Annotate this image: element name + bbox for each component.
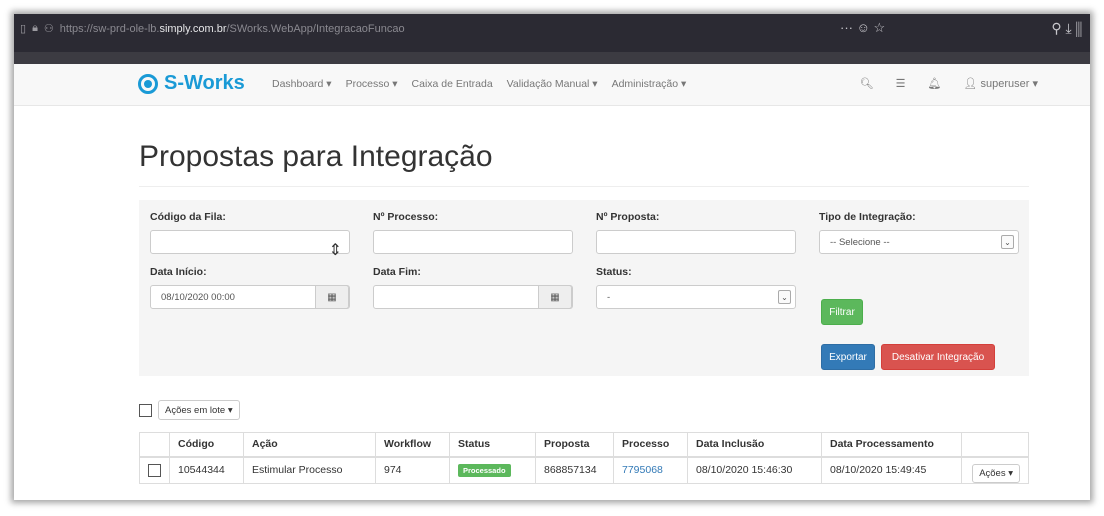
- sworks-logo-icon: [138, 73, 158, 94]
- brand-name: S-Works: [164, 72, 245, 94]
- title-divider: [139, 186, 1029, 187]
- nav-right: 🔍︎ ☰ 🔔︎ 👤︎ superuser ▾: [860, 77, 1038, 90]
- codigo-fila-input[interactable]: [150, 230, 350, 254]
- cell-data-processamento: 08/10/2020 15:49:45: [821, 456, 962, 484]
- cell-processo: 7795068: [613, 456, 688, 484]
- status-badge: Processado: [458, 463, 511, 477]
- table-row: 10544344 Estimular Processo 974 Processa…: [139, 456, 1029, 484]
- url-area[interactable]: ▯ 🔒︎ ⚇ https://sw-prd-ole-lb.simply.com.…: [20, 22, 405, 35]
- col-data-processamento[interactable]: Data Processamento: [821, 432, 962, 458]
- data-inicio-value: 08/10/2020 00:00: [161, 292, 235, 303]
- data-fim-label: Data Fim:: [373, 266, 421, 278]
- bell-icon[interactable]: 🔔︎: [928, 77, 942, 90]
- page-title: Propostas para Integração: [139, 140, 493, 173]
- url-host: simply.com.br: [159, 22, 227, 35]
- col-acoes: [961, 432, 1029, 458]
- row-select-cell: [139, 456, 170, 484]
- status-label: Status:: [596, 266, 632, 278]
- data-inicio-input[interactable]: 08/10/2020 00:00 ▦: [150, 285, 350, 309]
- chevron-down-icon: ⌄: [1001, 235, 1014, 249]
- tipo-integracao-value: -- Selecione --: [830, 237, 890, 248]
- exportar-button[interactable]: Exportar: [821, 344, 875, 370]
- list-icon[interactable]: ☰: [896, 77, 906, 90]
- status-select[interactable]: - ⌄: [596, 285, 796, 309]
- status-value: -: [607, 292, 611, 303]
- filter-tipo-integracao: Tipo de Integração: -- Selecione -- ⌄: [819, 211, 1019, 254]
- col-select: [139, 432, 170, 458]
- cell-status: Processado: [449, 456, 536, 484]
- filtrar-button[interactable]: Filtrar: [821, 299, 863, 325]
- page-actions[interactable]: ··· ☺ ☆: [840, 20, 885, 36]
- nav-item-caixa-entrada[interactable]: Caixa de Entrada: [412, 78, 493, 90]
- data-fim-input[interactable]: ▦: [373, 285, 573, 309]
- bulk-actions-button[interactable]: Ações em lote ▾: [158, 400, 240, 420]
- row-checkbox[interactable]: [148, 463, 161, 477]
- cell-acao: Estimular Processo: [243, 456, 376, 484]
- filter-codigo-fila: Código da Fila: ⇕: [150, 211, 350, 259]
- col-acao[interactable]: Ação: [243, 432, 376, 458]
- user-menu[interactable]: 👤︎ superuser ▾: [963, 77, 1038, 90]
- desativar-integracao-button[interactable]: Desativar Integração: [881, 344, 995, 370]
- calendar-icon[interactable]: ▦: [315, 285, 349, 309]
- screenshot-frame: ▯ 🔒︎ ⚇ https://sw-prd-ole-lb.simply.com.…: [14, 14, 1090, 500]
- cell-data-inclusao: 08/10/2020 15:46:30: [687, 456, 822, 484]
- url-prefix: https://sw-prd-ole-lb.: [59, 22, 160, 35]
- filter-data-fim: Data Fim: ▦: [373, 266, 573, 309]
- browser-address-bar: ▯ 🔒︎ ⚇ https://sw-prd-ole-lb.simply.com.…: [14, 14, 1090, 52]
- col-status[interactable]: Status: [449, 432, 536, 458]
- processo-link[interactable]: 7795068: [622, 464, 663, 476]
- filter-n-proposta: Nº Proposta:: [596, 211, 796, 254]
- col-data-inclusao[interactable]: Data Inclusão: [687, 432, 822, 458]
- user-name: superuser ▾: [980, 78, 1039, 90]
- filter-data-inicio: Data Início: 08/10/2020 00:00 ▦: [150, 266, 350, 309]
- col-proposta[interactable]: Proposta: [535, 432, 614, 458]
- col-codigo[interactable]: Código: [169, 432, 244, 458]
- lock-icon: 🔒︎: [32, 22, 38, 34]
- chevron-down-icon: ⌄: [778, 290, 791, 304]
- select-all-checkbox[interactable]: [139, 403, 152, 417]
- user-icon: 👤︎: [963, 78, 978, 90]
- filter-n-processo: Nº Processo:: [373, 211, 573, 254]
- nav-menu: Dashboard ▾ Processo ▾ Caixa de Entrada …: [272, 78, 686, 90]
- col-processo[interactable]: Processo: [613, 432, 688, 458]
- cell-workflow: 974: [375, 456, 450, 484]
- nav-item-validacao-manual[interactable]: Validação Manual ▾: [507, 78, 598, 90]
- data-inicio-label: Data Início:: [150, 266, 207, 278]
- calendar-icon[interactable]: ▦: [538, 285, 572, 309]
- url-path: /SWorks.WebApp/IntegracaoFuncao: [226, 22, 405, 35]
- cell-codigo: 10544344: [169, 456, 244, 484]
- n-processo-label: Nº Processo:: [373, 211, 439, 223]
- table-header-row: Código Ação Workflow Status Proposta Pro…: [139, 432, 1029, 458]
- cell-acoes: Ações ▾: [961, 456, 1029, 484]
- n-proposta-label: Nº Proposta:: [596, 211, 660, 223]
- tipo-integracao-label: Tipo de Integração:: [819, 211, 916, 223]
- app-navbar: S-Works Dashboard ▾ Processo ▾ Caixa de …: [14, 64, 1090, 106]
- tipo-integracao-select[interactable]: -- Selecione -- ⌄: [819, 230, 1019, 254]
- url-text[interactable]: https://sw-prd-ole-lb.simply.com.br/SWor…: [60, 23, 405, 35]
- cell-proposta: 868857134: [535, 456, 614, 484]
- shield-icon: ▯: [20, 23, 27, 35]
- spinner-icon[interactable]: ⇕: [329, 240, 342, 260]
- brand[interactable]: S-Works: [138, 72, 245, 95]
- filter-panel: Código da Fila: ⇕ Nº Processo: Nº Propos…: [139, 200, 1029, 376]
- browser-tab-strip: [14, 52, 1090, 64]
- nav-item-administracao[interactable]: Administração ▾: [612, 78, 687, 90]
- row-actions-button[interactable]: Ações ▾: [972, 463, 1020, 483]
- codigo-fila-label: Código da Fila:: [150, 211, 226, 223]
- search-icon[interactable]: 🔍︎: [860, 77, 874, 90]
- n-processo-input[interactable]: [373, 230, 573, 254]
- nav-item-processo[interactable]: Processo ▾: [346, 78, 398, 90]
- n-proposta-input[interactable]: [596, 230, 796, 254]
- proposals-table: Código Ação Workflow Status Proposta Pro…: [139, 432, 1029, 484]
- browser-toolbar-icons[interactable]: ⚲ ⤓ ⫼: [1051, 20, 1082, 37]
- nav-item-dashboard[interactable]: Dashboard ▾: [272, 78, 332, 90]
- filter-status: Status: - ⌄: [596, 266, 796, 309]
- bulk-actions: Ações em lote ▾: [139, 400, 240, 420]
- permissions-icon: ⚇: [43, 23, 54, 35]
- col-workflow[interactable]: Workflow: [375, 432, 450, 458]
